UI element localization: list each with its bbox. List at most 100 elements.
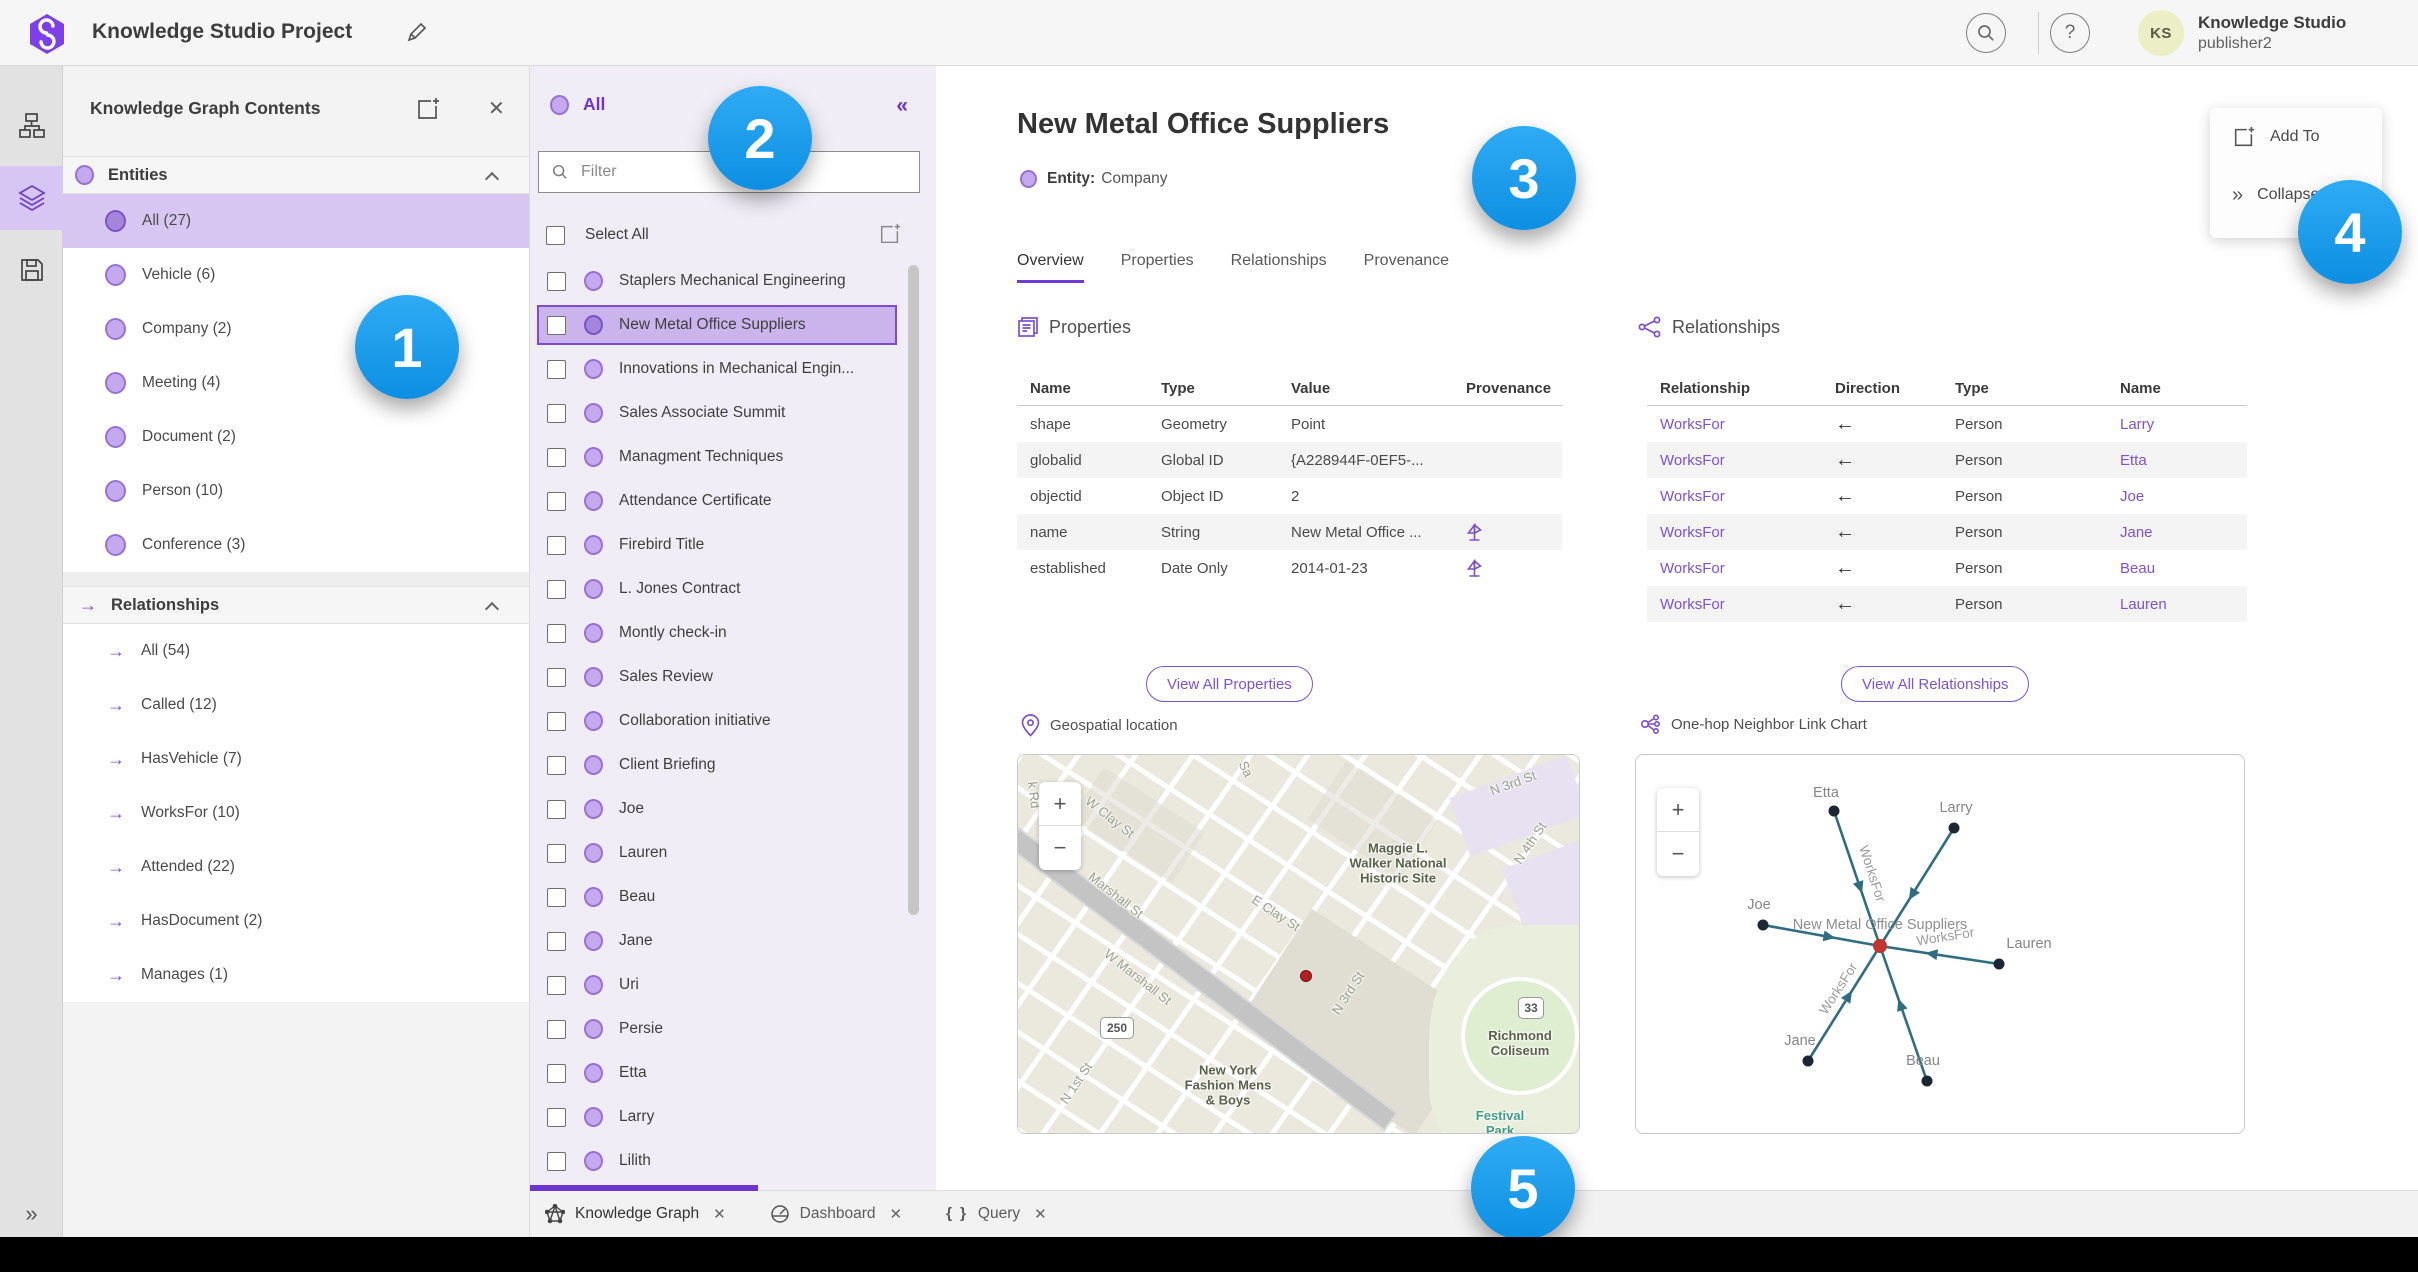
- list-item[interactable]: Attendance Certificate: [537, 481, 897, 521]
- item-checkbox[interactable]: [547, 271, 566, 291]
- node-beau[interactable]: [1921, 1075, 1933, 1087]
- item-checkbox[interactable]: [547, 1019, 566, 1039]
- item-checkbox[interactable]: [547, 799, 566, 819]
- table-cell[interactable]: Lauren: [2107, 596, 2237, 613]
- list-item[interactable]: Managment Techniques: [537, 437, 897, 477]
- table-row[interactable]: established Date Only 2014-01-23: [1017, 550, 1562, 586]
- table-row[interactable]: globalid Global ID {A228944F-0EF5-...: [1017, 442, 1562, 478]
- scrollbar-thumb[interactable]: [908, 265, 919, 915]
- item-checkbox[interactable]: [547, 755, 566, 775]
- item-checkbox[interactable]: [547, 315, 566, 335]
- table-row[interactable]: WorksFor ← Person Etta: [1647, 442, 2247, 478]
- sidebar-item-hasdocument[interactable]: → HasDocument (2): [63, 894, 529, 948]
- chevron-up-icon[interactable]: [484, 171, 500, 187]
- node-lauren[interactable]: [1993, 958, 2005, 970]
- geospatial-map-card[interactable]: W Clay St Sa k Rd Marshall St W Marshall St E…: [1017, 754, 1580, 1134]
- tab-properties[interactable]: Properties: [1121, 252, 1194, 283]
- zoom-in-button[interactable]: +: [1039, 782, 1081, 826]
- item-checkbox[interactable]: [547, 403, 566, 423]
- list-item[interactable]: Joe: [537, 789, 897, 829]
- node-etta[interactable]: [1828, 805, 1840, 817]
- table-row[interactable]: WorksFor ← Person Beau: [1647, 550, 2247, 586]
- list-item[interactable]: Sales Review: [537, 657, 897, 697]
- sidebar-item-all[interactable]: All (27): [63, 194, 529, 248]
- node-joe[interactable]: [1757, 919, 1769, 931]
- group-header-relationships[interactable]: → Relationships: [63, 586, 529, 624]
- add-to-map-icon[interactable]: [415, 96, 441, 122]
- list-item[interactable]: Collaboration initiative: [537, 701, 897, 741]
- list-item[interactable]: Lauren: [537, 833, 897, 873]
- center-node[interactable]: [1873, 939, 1887, 953]
- add-to-map-icon[interactable]: [878, 222, 902, 246]
- table-cell[interactable]: Beau: [2107, 560, 2237, 577]
- sidebar-item-all[interactable]: → All (54): [63, 624, 529, 678]
- list-item[interactable]: Montly check-in: [537, 613, 897, 653]
- view-tab-knowledge-graph[interactable]: Knowledge Graph ✕: [545, 1204, 726, 1224]
- item-checkbox[interactable]: [547, 623, 566, 643]
- table-row[interactable]: name String New Metal Office ...: [1017, 514, 1562, 550]
- view-all-properties-button[interactable]: View All Properties: [1146, 666, 1313, 702]
- close-tab-icon[interactable]: ✕: [1034, 1205, 1047, 1223]
- sidebar-item-vehicle[interactable]: Vehicle (6): [63, 248, 529, 302]
- list-item[interactable]: Persie: [537, 1009, 897, 1049]
- list-item[interactable]: Firebird Title: [537, 525, 897, 565]
- layers-icon[interactable]: [0, 166, 63, 230]
- list-item[interactable]: Sales Associate Summit: [537, 393, 897, 433]
- list-item[interactable]: New Metal Office Suppliers: [537, 305, 897, 345]
- table-cell[interactable]: Joe: [2107, 488, 2237, 505]
- add-to-menu-item[interactable]: Add To: [2210, 108, 2382, 166]
- item-checkbox[interactable]: [547, 491, 566, 511]
- search-button[interactable]: [1966, 13, 2006, 53]
- table-cell[interactable]: WorksFor: [1647, 524, 1822, 541]
- list-item[interactable]: Innovations in Mechanical Engin...: [537, 349, 897, 389]
- item-checkbox[interactable]: [547, 1063, 566, 1083]
- item-checkbox[interactable]: [547, 359, 566, 379]
- expand-rail-icon[interactable]: »: [0, 1201, 63, 1227]
- list-item[interactable]: Staplers Mechanical Engineering: [537, 261, 897, 301]
- table-cell[interactable]: WorksFor: [1647, 596, 1822, 613]
- item-checkbox[interactable]: [547, 447, 566, 467]
- sidebar-item-hasvehicle[interactable]: → HasVehicle (7): [63, 732, 529, 786]
- table-row[interactable]: shape Geometry Point: [1017, 406, 1562, 442]
- list-item[interactable]: Etta: [537, 1053, 897, 1093]
- select-all-checkbox[interactable]: [546, 225, 565, 245]
- item-checkbox[interactable]: [547, 667, 566, 687]
- table-cell[interactable]: WorksFor: [1647, 488, 1822, 505]
- table-cell[interactable]: WorksFor: [1647, 416, 1822, 433]
- item-checkbox[interactable]: [547, 975, 566, 995]
- sidebar-item-manages[interactable]: → Manages (1): [63, 948, 529, 1002]
- zoom-out-button[interactable]: −: [1039, 826, 1081, 870]
- close-tab-icon[interactable]: ✕: [890, 1205, 903, 1223]
- table-row[interactable]: WorksFor ← Person Lauren: [1647, 586, 2247, 622]
- save-icon[interactable]: [0, 238, 63, 302]
- table-row[interactable]: WorksFor ← Person Joe: [1647, 478, 2247, 514]
- sidebar-item-meeting[interactable]: Meeting (4): [63, 356, 529, 410]
- list-item[interactable]: Client Briefing: [537, 745, 897, 785]
- list-item[interactable]: Uri: [537, 965, 897, 1005]
- sidebar-item-person[interactable]: Person (10): [63, 464, 529, 518]
- collapse-panel-icon[interactable]: «: [896, 94, 908, 118]
- zoom-out-button[interactable]: −: [1657, 832, 1699, 876]
- list-item[interactable]: Larry: [537, 1097, 897, 1137]
- close-panel-icon[interactable]: ✕: [488, 96, 505, 121]
- app-logo-icon[interactable]: [28, 13, 66, 55]
- item-checkbox[interactable]: [547, 843, 566, 863]
- table-row[interactable]: WorksFor ← Person Larry: [1647, 406, 2247, 442]
- edit-title-icon[interactable]: [405, 20, 429, 44]
- item-checkbox[interactable]: [547, 1151, 566, 1171]
- help-button[interactable]: ?: [2050, 13, 2090, 53]
- chevron-up-icon[interactable]: [484, 601, 500, 617]
- tab-provenance[interactable]: Provenance: [1364, 252, 1449, 283]
- item-checkbox[interactable]: [547, 1107, 566, 1127]
- item-checkbox[interactable]: [547, 887, 566, 907]
- zoom-in-button[interactable]: +: [1657, 788, 1699, 832]
- item-checkbox[interactable]: [547, 711, 566, 731]
- close-tab-icon[interactable]: ✕: [713, 1205, 726, 1223]
- map[interactable]: W Clay St Sa k Rd Marshall St W Marshall St E…: [1018, 755, 1579, 1133]
- link-chart-card[interactable]: WorksFor WorksFor WorksFor Etta Larry Joe Laur…: [1635, 754, 2245, 1134]
- table-row[interactable]: WorksFor ← Person Jane: [1647, 514, 2247, 550]
- item-checkbox[interactable]: [547, 931, 566, 951]
- list-item[interactable]: Lilith: [537, 1141, 897, 1181]
- list-item[interactable]: Jane: [537, 921, 897, 961]
- view-tab-query[interactable]: { } Query ✕: [946, 1205, 1047, 1223]
